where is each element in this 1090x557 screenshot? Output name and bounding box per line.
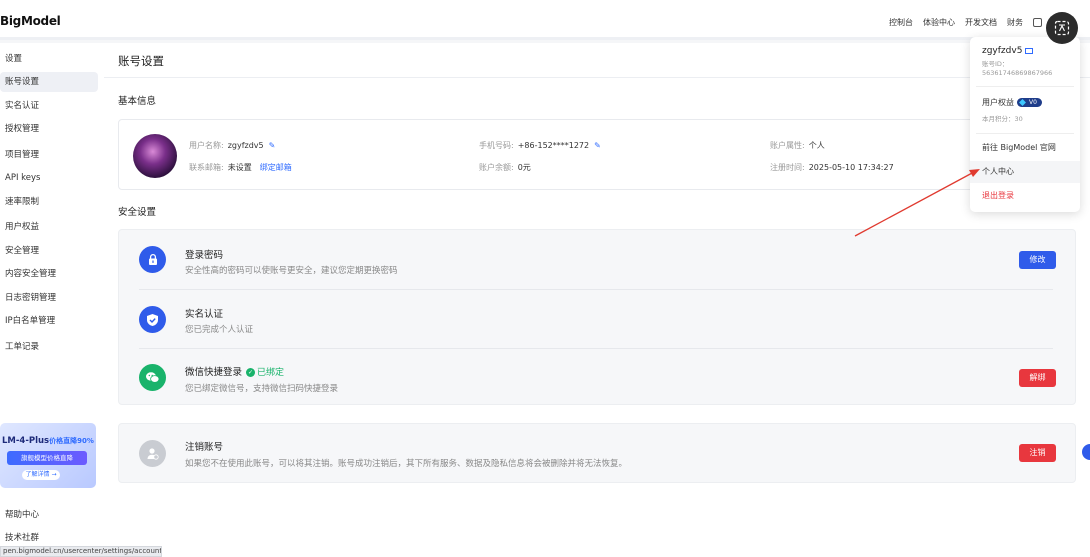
status-url: pen.bigmodel.cn/usercenter/settings/acco… (0, 546, 162, 557)
annotation-arrow (854, 169, 980, 237)
